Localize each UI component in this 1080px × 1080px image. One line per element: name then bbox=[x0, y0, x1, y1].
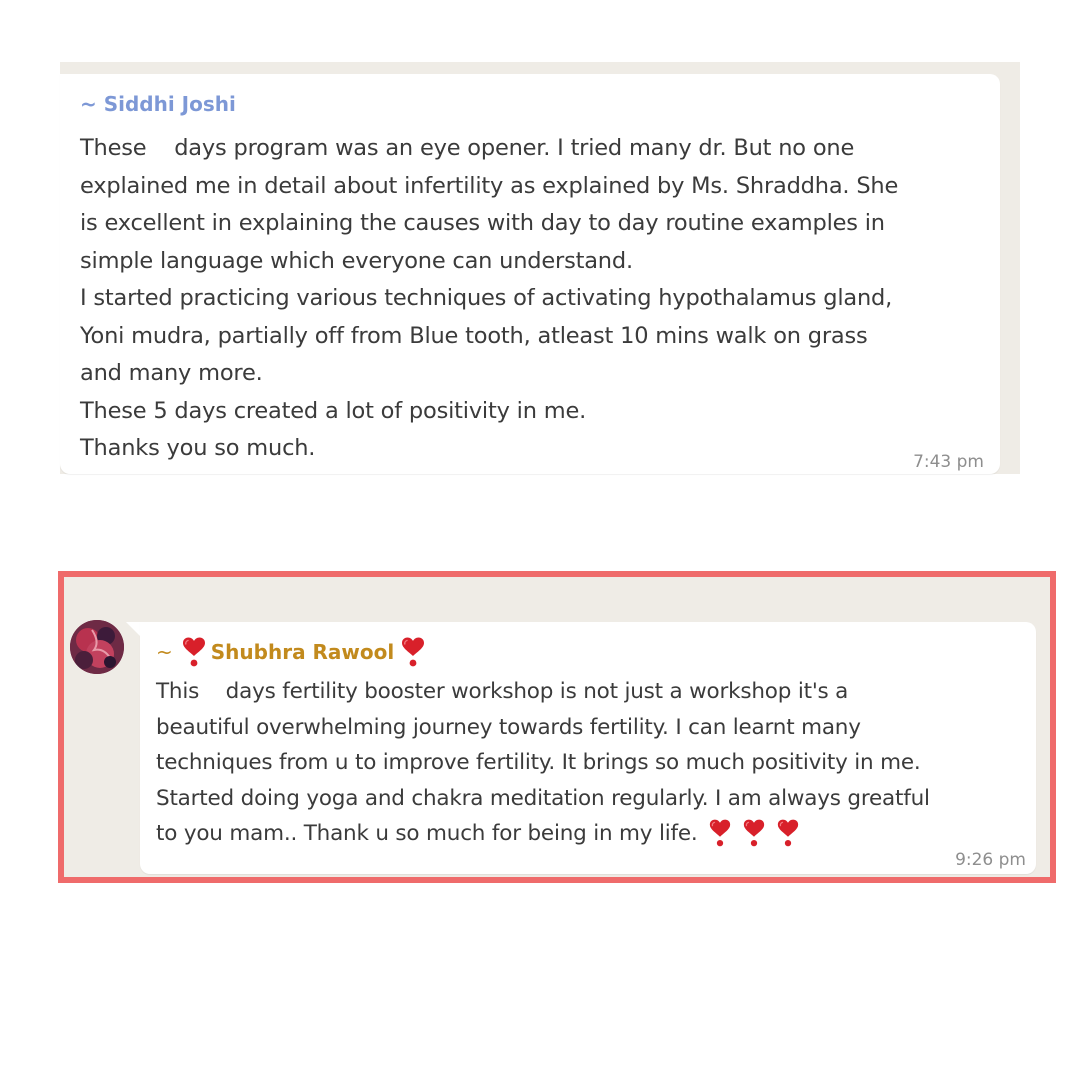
heart-exclamation-icon bbox=[400, 636, 426, 668]
heart-exclamation-icon bbox=[708, 818, 732, 848]
sender-name: ~ Siddhi Joshi bbox=[80, 92, 236, 116]
message-line: These 5 days created a lot of positivity… bbox=[80, 397, 587, 424]
heart-exclamation-icon bbox=[181, 636, 207, 668]
bubble-tail bbox=[126, 622, 140, 636]
message-line: Thanks you so much. bbox=[80, 435, 316, 461]
message-timestamp: 7:43 pm bbox=[913, 452, 984, 472]
heart-exclamation-icon bbox=[776, 818, 800, 848]
avatar[interactable] bbox=[70, 620, 124, 674]
chat-screenshot-siddhi: ~ Siddhi Joshi These days program was an… bbox=[60, 62, 1020, 474]
message-line: This days fertility booster workshop is … bbox=[156, 679, 849, 704]
message-line: Started doing yoga and chakra meditation… bbox=[156, 785, 930, 811]
sender-name: Shubhra Rawool bbox=[210, 640, 395, 664]
message-line: I started practicing various techniques … bbox=[80, 285, 893, 311]
message-line: beautiful overwhelming journey towards f… bbox=[156, 714, 861, 740]
message-line: to you mam.. Thank u so much for being i… bbox=[156, 821, 698, 846]
avatar-image bbox=[70, 620, 124, 674]
message-line: techniques from u to improve fertility. … bbox=[156, 750, 921, 775]
chat-screenshot-shubhra: ~ Shubhra Rawool This days fertility boo… bbox=[58, 571, 1056, 883]
message-line: simple language which everyone can under… bbox=[80, 247, 633, 274]
message-bubble: ~ Siddhi Joshi These days program was an… bbox=[60, 74, 1000, 474]
sender-header: ~ Shubhra Rawool bbox=[156, 636, 430, 668]
message-text: These days program was an eye opener. I … bbox=[80, 130, 980, 468]
message-bubble: ~ Shubhra Rawool This days fertility boo… bbox=[140, 622, 1036, 874]
message-timestamp: 9:26 pm bbox=[955, 850, 1026, 870]
message-line: Yoni mudra, partially off from Blue toot… bbox=[80, 322, 868, 349]
message-last-line: to you mam.. Thank u so much for being i… bbox=[156, 816, 1026, 852]
message-line: explained me in detail about infertility… bbox=[80, 172, 899, 199]
heart-exclamation-icon bbox=[742, 818, 766, 848]
message-line: is excellent in explaining the causes wi… bbox=[80, 210, 885, 236]
message-line: These days program was an eye opener. I … bbox=[80, 135, 855, 161]
testimonials-page: ~ Siddhi Joshi These days program was an… bbox=[0, 0, 1080, 1080]
message-line: and many more. bbox=[80, 360, 263, 386]
sender-prefix: ~ bbox=[156, 640, 173, 664]
message-text: This days fertility booster workshop is … bbox=[156, 674, 1026, 852]
